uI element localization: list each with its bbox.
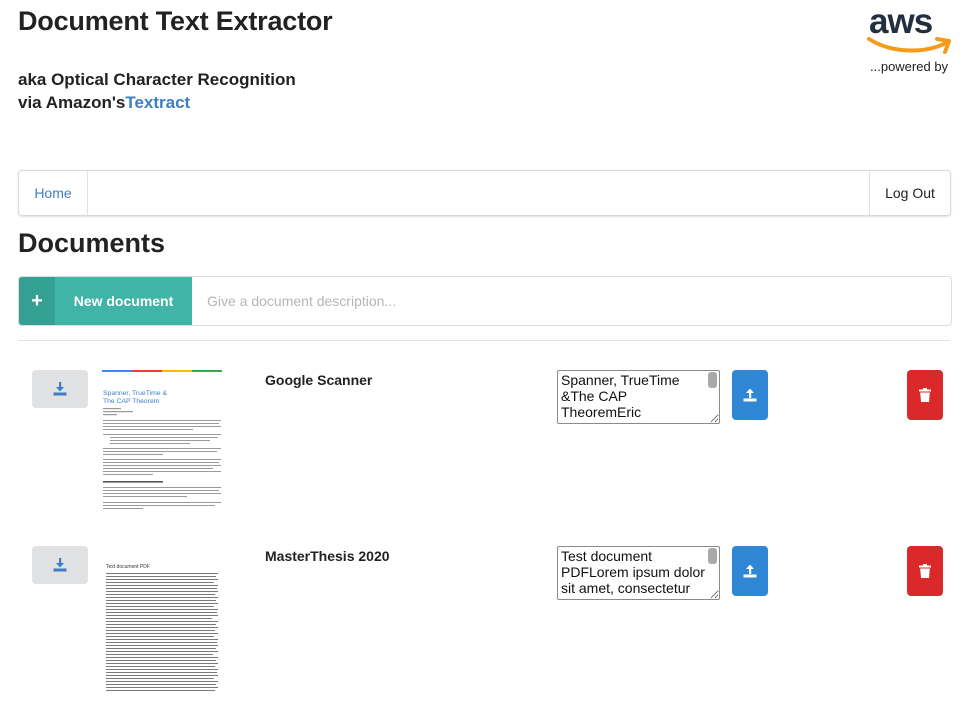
logout-button[interactable]: Log Out — [869, 171, 950, 215]
upload-icon — [743, 564, 757, 578]
trash-icon — [919, 388, 931, 402]
upload-button[interactable] — [732, 546, 768, 596]
extracted-text-area[interactable]: Spanner, TrueTime &The CAP TheoremEric — [557, 370, 720, 424]
delete-button[interactable] — [907, 370, 943, 420]
powered-by-label: ...powered by — [870, 59, 949, 74]
app-title: Document Text Extractor — [18, 6, 333, 36]
delete-button[interactable] — [907, 546, 943, 596]
new-document-bar: + New document — [18, 276, 952, 326]
download-button[interactable] — [32, 546, 88, 584]
download-icon — [53, 558, 67, 572]
textract-link[interactable]: Textract — [125, 93, 190, 112]
divider — [18, 340, 950, 341]
document-row: Spanner, TrueTime & The CAP Theorem Goog… — [0, 370, 966, 540]
upload-button[interactable] — [732, 370, 768, 420]
document-thumbnail: Test document PDF — [100, 546, 226, 692]
app-subtitle: aka Optical Character Recognition via Am… — [18, 68, 296, 114]
document-row: Test document PDF MasterThesis 2020 Test… — [0, 546, 966, 716]
svg-text:The CAP Theorem: The CAP Theorem — [103, 398, 160, 405]
document-thumbnail: Spanner, TrueTime & The CAP Theorem — [100, 370, 226, 516]
textarea-scrollbar[interactable] — [708, 548, 717, 564]
new-document-button[interactable]: + New document — [19, 277, 192, 325]
download-button[interactable] — [32, 370, 88, 408]
navbar: Home Log Out — [18, 170, 951, 216]
aws-logo: aws ...powered by — [862, 2, 958, 74]
nav-home[interactable]: Home — [19, 171, 88, 215]
download-icon — [53, 382, 67, 396]
textarea-scrollbar[interactable] — [708, 372, 717, 388]
document-name: MasterThesis 2020 — [265, 548, 390, 564]
subtitle-prefix: via Amazon's — [18, 93, 126, 112]
documents-heading: Documents — [18, 228, 166, 258]
document-description-input[interactable] — [193, 277, 943, 325]
document-name: Google Scanner — [265, 372, 373, 388]
subtitle-line-2: via Amazon'sTextract — [18, 91, 296, 114]
extracted-text-area[interactable]: Test document PDFLorem ipsum dolor sit a… — [557, 546, 720, 600]
svg-text:Spanner, TrueTime &: Spanner, TrueTime & — [103, 390, 167, 397]
aws-smile-icon — [867, 37, 951, 54]
upload-icon — [743, 388, 757, 402]
trash-icon — [919, 564, 931, 578]
plus-icon: + — [19, 277, 55, 325]
new-document-label: New document — [73, 293, 174, 309]
subtitle-line-1: aka Optical Character Recognition — [18, 70, 296, 89]
svg-text:Test document PDF: Test document PDF — [106, 564, 150, 570]
